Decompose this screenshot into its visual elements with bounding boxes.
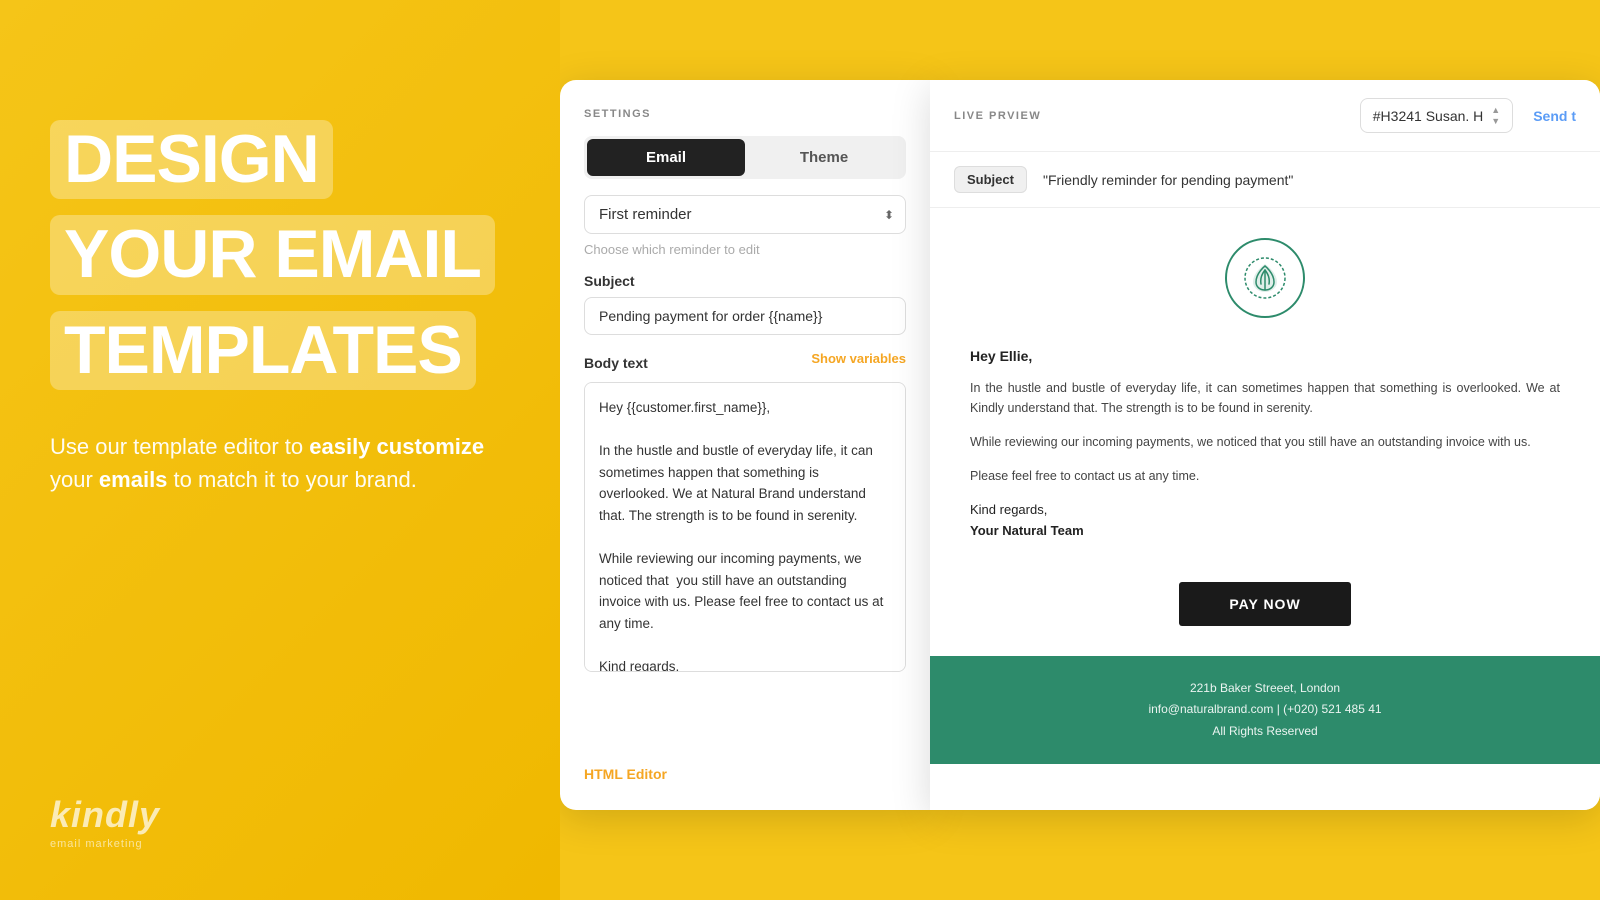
headline-design: DESIGN bbox=[64, 121, 319, 197]
ticket-arrows-icon: ▲ ▼ bbox=[1491, 105, 1500, 126]
headline-line-2: YOUR EMAIL bbox=[50, 215, 495, 294]
ticket-selector[interactable]: #H3241 Susan. H ▲ ▼ bbox=[1360, 98, 1513, 133]
body-textarea[interactable]: Hey {{customer.first_name}}, In the hust… bbox=[584, 382, 906, 672]
settings-label: SETTINGS bbox=[584, 108, 906, 120]
logo-circle bbox=[1225, 238, 1305, 318]
headline-templates: TEMPLATES bbox=[64, 312, 462, 388]
helper-text: Choose which reminder to edit bbox=[584, 242, 906, 257]
email-para2: While reviewing our incoming payments, w… bbox=[970, 432, 1560, 452]
email-para3: Please feel free to contact us at any ti… bbox=[970, 466, 1560, 486]
preview-card: LIVE PRVIEW #H3241 Susan. H ▲ ▼ Send t S… bbox=[930, 80, 1600, 810]
headline-line-3: TEMPLATES bbox=[50, 311, 476, 390]
html-editor-link[interactable]: HTML Editor bbox=[584, 758, 906, 782]
headline-your-email: YOUR EMAIL bbox=[64, 216, 481, 292]
brand-logo: kindly bbox=[50, 794, 510, 836]
subject-bar: Subject "Friendly reminder for pending p… bbox=[930, 152, 1600, 208]
subtext: Use our template editor to easily custom… bbox=[50, 430, 490, 496]
tab-email[interactable]: Email bbox=[587, 139, 745, 176]
footer-rights: All Rights Reserved bbox=[970, 721, 1560, 743]
body-label-row: Body text Show variables bbox=[584, 351, 906, 366]
show-variables-link[interactable]: Show variables bbox=[811, 351, 906, 366]
tab-switcher: Email Theme bbox=[584, 136, 906, 179]
preview-header: LIVE PRVIEW #H3241 Susan. H ▲ ▼ Send t bbox=[930, 80, 1600, 152]
preview-title: LIVE PRVIEW bbox=[954, 110, 1041, 122]
subject-label: Subject bbox=[584, 273, 906, 289]
brand-tagline: email marketing bbox=[50, 838, 510, 850]
email-logo-section bbox=[930, 208, 1600, 338]
email-para1: In the hustle and bustle of everyday lif… bbox=[970, 378, 1560, 418]
left-panel: DESIGN YOUR EMAIL TEMPLATES Use our temp… bbox=[0, 0, 560, 900]
email-greeting: Hey Ellie, bbox=[970, 348, 1560, 364]
right-panel: SETTINGS Email Theme First reminder Seco… bbox=[560, 0, 1600, 900]
body-label: Body text bbox=[584, 355, 648, 371]
email-preview-content: Hey Ellie, In the hustle and bustle of e… bbox=[930, 208, 1600, 810]
subject-preview-text: "Friendly reminder for pending payment" bbox=[1043, 172, 1293, 188]
reminder-select-wrapper: First reminder Second reminder Final rem… bbox=[584, 195, 906, 234]
send-button[interactable]: Send t bbox=[1533, 108, 1576, 124]
email-signoff-2: Your Natural Team bbox=[970, 521, 1560, 542]
subject-input[interactable] bbox=[584, 297, 906, 335]
email-body: Hey Ellie, In the hustle and bustle of e… bbox=[930, 208, 1600, 810]
ticket-value: #H3241 Susan. H bbox=[1373, 108, 1484, 124]
tab-theme[interactable]: Theme bbox=[745, 139, 903, 176]
brand-footer: kindly email marketing bbox=[50, 794, 510, 850]
pay-now-button[interactable]: PAY NOW bbox=[1179, 582, 1350, 626]
subject-badge: Subject bbox=[954, 166, 1027, 193]
logo-svg bbox=[1243, 256, 1287, 300]
email-text-section: Hey Ellie, In the hustle and bustle of e… bbox=[930, 338, 1600, 562]
headline-block: DESIGN YOUR EMAIL TEMPLATES Use our temp… bbox=[50, 120, 510, 496]
headline-line-1: DESIGN bbox=[50, 120, 333, 199]
email-signoff: Kind regards, Your Natural Team bbox=[970, 500, 1560, 542]
email-footer: 221b Baker Streeet, London info@naturalb… bbox=[930, 656, 1600, 765]
reminder-select[interactable]: First reminder Second reminder Final rem… bbox=[584, 195, 906, 234]
footer-email: info@naturalbrand.com | (+020) 521 485 4… bbox=[970, 699, 1560, 721]
settings-card: SETTINGS Email Theme First reminder Seco… bbox=[560, 80, 930, 810]
email-signoff-1: Kind regards, bbox=[970, 502, 1047, 517]
footer-address: 221b Baker Streeet, London bbox=[970, 678, 1560, 700]
